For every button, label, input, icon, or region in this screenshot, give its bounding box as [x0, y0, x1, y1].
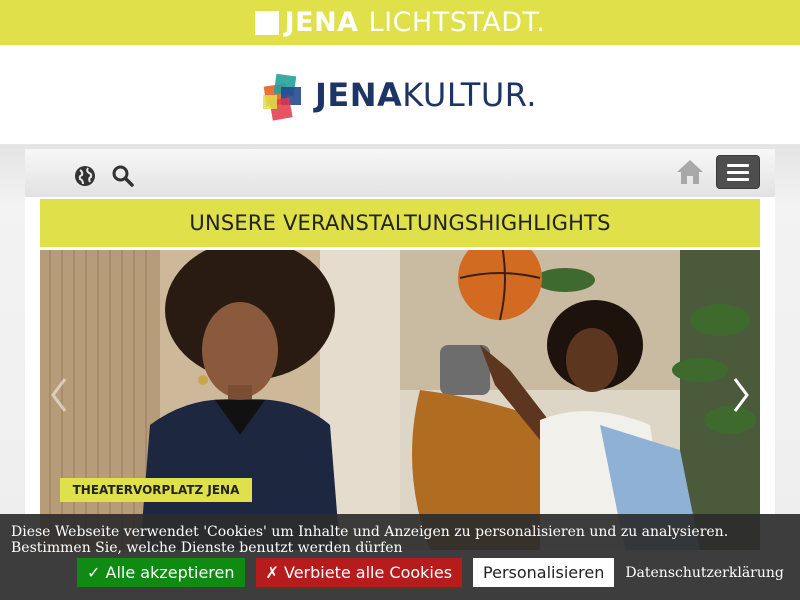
jena-square-logo: [254, 10, 279, 35]
carousel-next-icon[interactable]: [729, 375, 753, 415]
search-icon[interactable]: [111, 164, 135, 188]
jenakultur-logo-link[interactable]: JENAKULTUR.: [262, 67, 537, 123]
jenakultur-logo-mark: [262, 71, 307, 123]
banner-brand-bold: JENA: [284, 7, 359, 38]
deny-all-cookies-button[interactable]: ✗ Verbiete alle Cookies: [255, 558, 463, 587]
cookie-button-row: ✓ Alle akzeptieren ✗ Verbiete alle Cooki…: [77, 558, 784, 587]
banner-brand-light: LICHTSTADT.: [368, 7, 546, 38]
event-slide-image[interactable]: [400, 250, 760, 550]
carousel-prev-icon[interactable]: [47, 375, 71, 415]
event-slide-image[interactable]: [40, 250, 400, 550]
hamburger-menu-icon[interactable]: [716, 155, 760, 189]
page-title: UNSERE VERANSTALTUNGSHIGHLIGHTS: [40, 199, 760, 247]
personalize-cookies-button[interactable]: Personalisieren: [473, 558, 615, 587]
site-header: JENAKULTUR.: [0, 45, 800, 145]
jena-lichtstadt-banner[interactable]: JENA LICHTSTADT.: [0, 0, 800, 45]
menu-bar: [727, 170, 749, 174]
main-navbar: [25, 149, 775, 197]
menu-bar: [727, 177, 749, 181]
globe-icon[interactable]: [74, 165, 96, 187]
logo-wordmark: JENAKULTUR.: [314, 75, 537, 114]
venue-label: THEATERVORPLATZ JENA: [60, 478, 252, 502]
home-icon[interactable]: [675, 157, 705, 187]
cookie-consent-banner: Diese Webseite verwendet 'Cookies' um In…: [0, 514, 800, 600]
privacy-policy-link[interactable]: Datenschutzerklärung: [625, 565, 784, 581]
accept-all-cookies-button[interactable]: ✓ Alle akzeptieren: [77, 558, 245, 587]
menu-bar: [727, 163, 749, 167]
cookie-consent-text: Diese Webseite verwendet 'Cookies' um In…: [11, 524, 729, 556]
